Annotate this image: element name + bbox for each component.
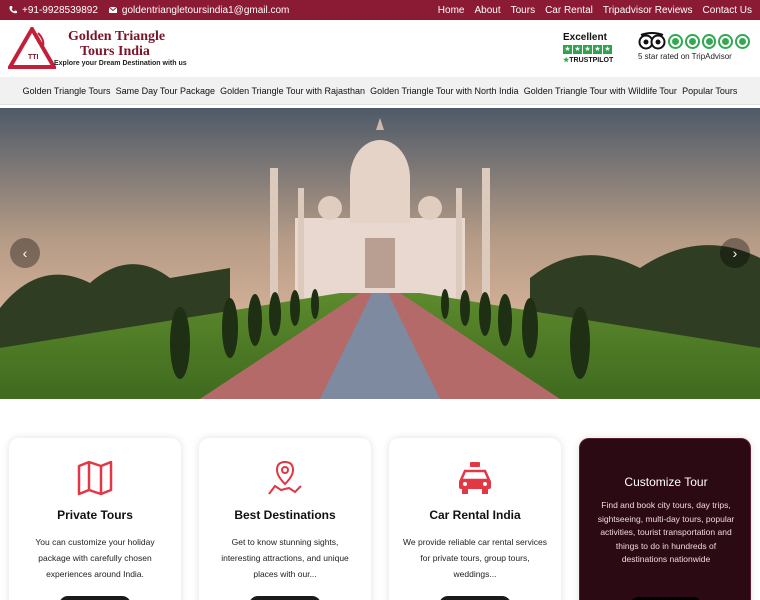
card-button[interactable] [249,596,321,600]
trustpilot-stars: ★ ★ ★ ★ ★ [563,45,623,54]
nav-about[interactable]: About [474,5,500,16]
nav-home[interactable]: Home [438,5,465,16]
trustpilot-badge[interactable]: Excellent ★ ★ ★ ★ ★ ★TRUSTPILOT [563,32,623,64]
menu-tour-with-wildlife[interactable]: Golden Triangle Tour with Wildlife Tour [524,86,677,96]
card-customize-tour[interactable]: Customize Tour Find and book city tours,… [579,438,751,600]
top-nav: Home About Tours Car Rental Tripadvisor … [438,0,752,20]
car-icon [455,458,495,498]
menu-tour-with-rajasthan[interactable]: Golden Triangle Tour with Rajasthan [220,86,365,96]
hero-slider[interactable]: ‹ › [0,108,760,399]
menu-tour-with-north-india[interactable]: Golden Triangle Tour with North India [370,86,518,96]
rating-bubble-icon [668,33,683,49]
nav-tripadvisor-reviews[interactable]: Tripadvisor Reviews [603,5,693,16]
rating-bubble-icon [701,33,717,49]
site-header: TTI Golden Triangle Tours India Explore … [0,20,760,76]
brand-line-1: Golden Triangle [68,29,166,44]
card-description: You can customize your holiday package w… [35,537,155,579]
menu-same-day-tour[interactable]: Same Day Tour Package [116,86,215,96]
hero-image [0,108,760,399]
trustpilot-rating-word: Excellent [563,32,607,43]
star-icon: ★ [603,45,612,54]
location-route-icon [265,458,305,498]
card-best-destinations[interactable]: Best Destinations Get to know stunning s… [199,438,371,600]
menu-golden-triangle-tours[interactable]: Golden Triangle Tours [23,86,111,96]
card-private-tours[interactable]: Private Tours You can customize your hol… [9,438,181,600]
tripadvisor-text: 5 star rated on TripAdvisor [638,52,732,61]
top-bar: +91-9928539892 goldentriangletoursindia1… [0,0,760,20]
rating-bubble-icon [735,33,750,49]
nav-tours[interactable]: Tours [511,5,535,16]
nav-contact-us[interactable]: Contact Us [703,5,752,16]
rating-bubble-icon [718,33,734,49]
card-title: Best Destinations [234,508,336,522]
phone-number[interactable]: +91-9928539892 [22,5,98,16]
rating-bubble-icon [684,33,700,49]
card-button[interactable] [59,596,131,600]
email-icon [108,5,118,15]
nav-car-rental[interactable]: Car Rental [545,5,593,16]
card-button[interactable] [439,596,511,600]
card-description: We provide reliable car rental services … [403,537,547,579]
menu-popular-tours[interactable]: Popular Tours [682,86,737,96]
slider-prev-button[interactable]: ‹ [10,238,40,268]
contact-info: +91-9928539892 goldentriangletoursindia1… [8,5,299,16]
card-car-rental[interactable]: Car Rental India We provide reliable car… [389,438,561,600]
star-icon: ★ [573,45,582,54]
card-title: Private Tours [57,508,133,522]
features-section: Private Tours You can customize your hol… [0,420,760,600]
card-description: Get to know stunning sights, interesting… [221,537,349,579]
card-title: Car Rental India [429,508,521,522]
brand-tagline: Explore your Dream Destination with us [54,60,187,67]
slider-next-button[interactable]: › [720,238,750,268]
star-icon: ★ [583,45,592,54]
map-icon [75,458,115,498]
star-icon: ★ [593,45,602,54]
trustpilot-brand: ★TRUSTPILOT [563,57,614,64]
main-nav: Golden Triangle Tours Same Day Tour Pack… [0,77,760,105]
brand-line-2: Tours India [80,44,150,59]
tripadvisor-owl-icon [638,32,666,50]
card-description: Find and book city tours, day trips, sig… [597,500,735,564]
card-title: Customize Tour [624,475,708,489]
email-address[interactable]: goldentriangletoursindia1@gmail.com [122,5,289,16]
brand-name[interactable]: Golden Triangle Tours India [68,29,165,59]
svg-text:TTI: TTI [28,54,39,61]
tripadvisor-badge[interactable]: 5 star rated on TripAdvisor [638,32,750,64]
phone-icon [8,5,18,15]
star-icon: ★ [563,45,572,54]
logo-icon[interactable]: TTI [6,25,58,71]
